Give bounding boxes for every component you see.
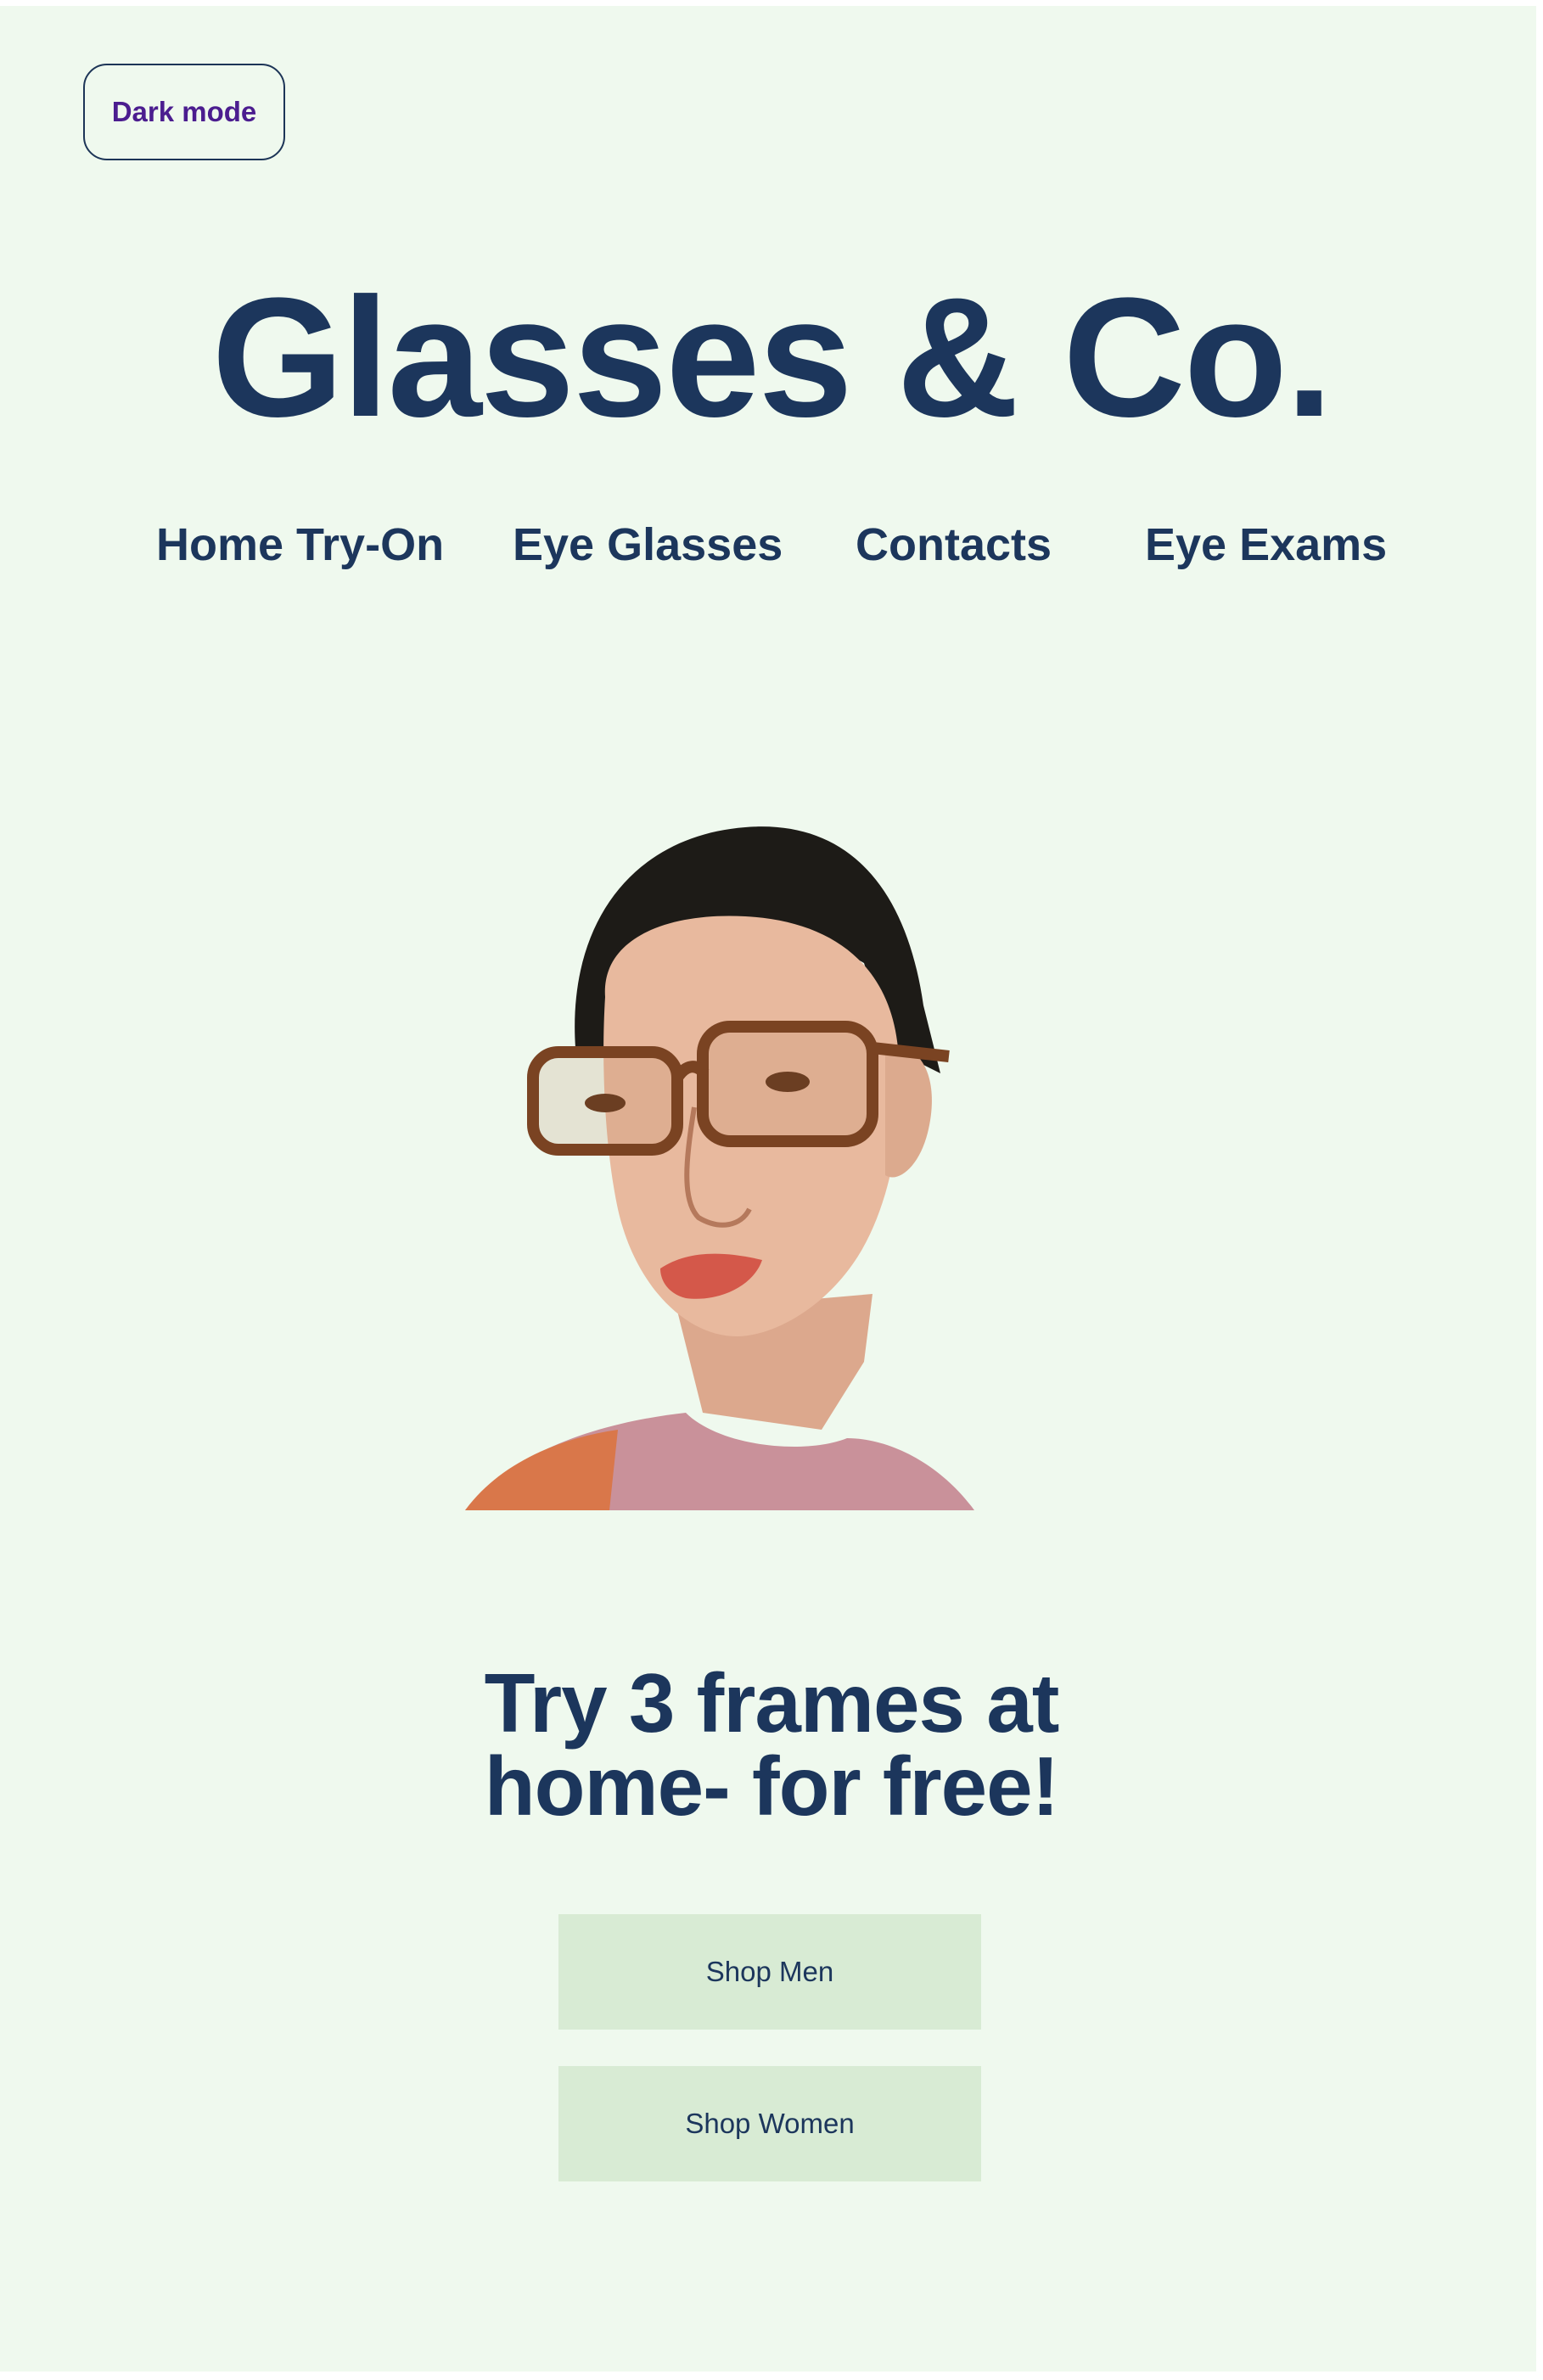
dark-mode-toggle-button[interactable]: Dark mode <box>83 64 285 160</box>
hero-model-image <box>465 826 974 1510</box>
hero-headline-line2: home- for free! <box>484 1739 1060 1833</box>
nav-item-eye-exams[interactable]: Eye Exams <box>1145 511 1387 579</box>
shop-women-button[interactable]: Shop Women <box>558 2066 981 2181</box>
sweater-trim-shape <box>465 1430 618 1510</box>
hero-headline-line1: Try 3 frames at <box>484 1656 1060 1750</box>
main-nav: Home Try-On Eye Glasses Contacts Eye Exa… <box>0 511 1543 579</box>
shop-men-button[interactable]: Shop Men <box>558 1914 981 2030</box>
nav-item-eye-glasses[interactable]: Eye Glasses <box>513 511 783 579</box>
nav-item-contacts[interactable]: Contacts <box>856 511 1052 579</box>
ear-shape <box>885 1046 932 1178</box>
hero-headline: Try 3 frames at home- for free! <box>0 1661 1543 1828</box>
right-eye-shape <box>766 1072 810 1092</box>
nav-item-home-try-on[interactable]: Home Try-On <box>156 511 444 579</box>
brand-title: Glasses & Co. <box>211 263 1333 452</box>
left-eye-shape <box>585 1094 626 1112</box>
